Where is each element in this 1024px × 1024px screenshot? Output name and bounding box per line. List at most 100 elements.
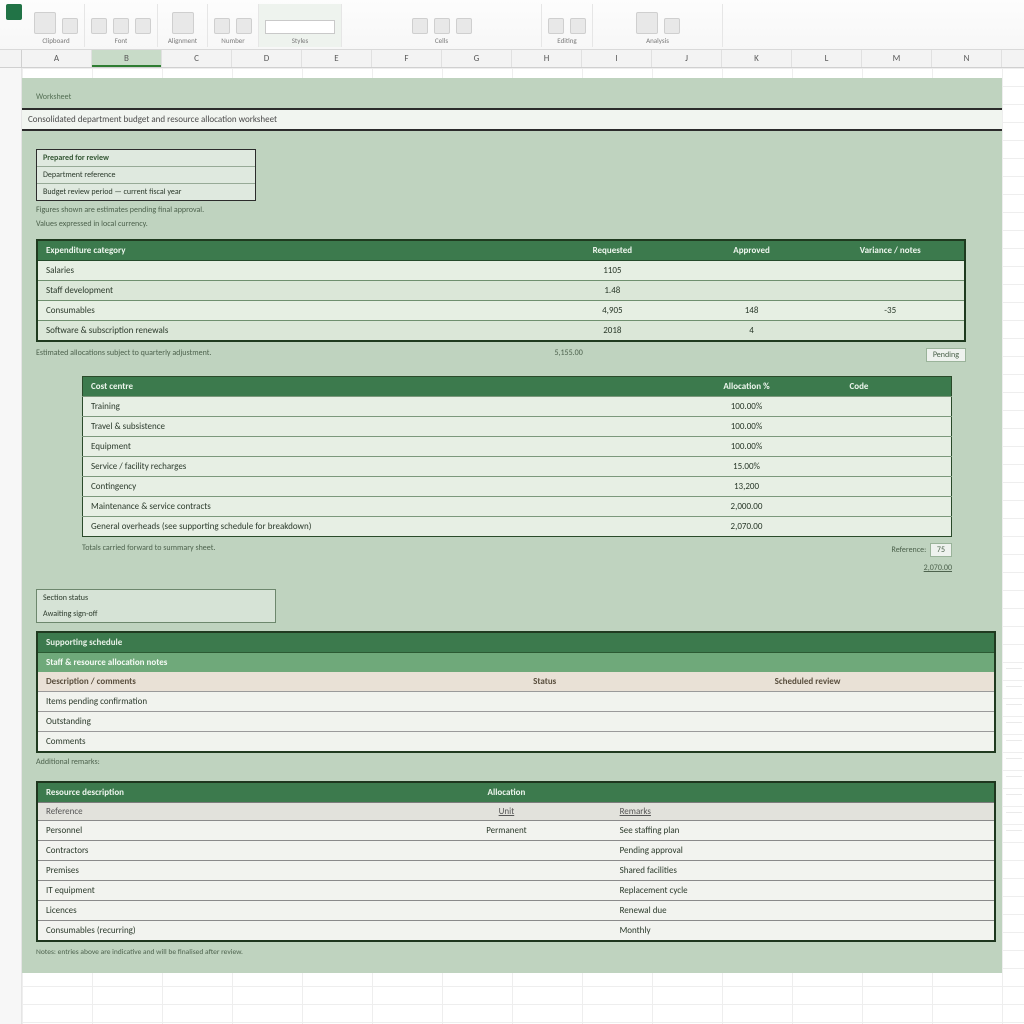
cell[interactable]	[842, 437, 952, 457]
cell[interactable]	[468, 712, 621, 732]
col-header[interactable]: Resource description	[38, 783, 401, 802]
cell[interactable]: Permanent	[401, 821, 611, 841]
cell[interactable]	[842, 457, 952, 477]
ribbon-group-font[interactable]: Font	[85, 4, 158, 47]
cell[interactable]: 100.00%	[652, 397, 842, 417]
cell[interactable]: Personnel	[38, 821, 401, 841]
footnote-link[interactable]: 2,070.00	[924, 563, 952, 573]
style-input[interactable]	[265, 20, 335, 34]
cell[interactable]: Consumables (recurring)	[38, 921, 401, 941]
column-header[interactable]: L	[792, 50, 862, 67]
table-row[interactable]: Training100.00%	[83, 397, 952, 417]
column-header[interactable]: D	[232, 50, 302, 67]
bold-icon[interactable]	[91, 18, 107, 34]
table-row[interactable]: LicencesRenewal due	[38, 901, 994, 921]
cell[interactable]: 4,905	[538, 301, 686, 321]
analyze-icon[interactable]	[636, 12, 658, 34]
cell[interactable]: IT equipment	[38, 881, 401, 901]
table-row[interactable]: Contingency13,200	[83, 477, 952, 497]
cell[interactable]: 15.00%	[652, 457, 842, 477]
col-header[interactable]: Allocation %	[652, 377, 842, 397]
cell[interactable]: 100.00%	[652, 437, 842, 457]
cell[interactable]: See staffing plan	[612, 821, 994, 841]
cell[interactable]: Outstanding	[38, 712, 468, 732]
table-row[interactable]: Travel & subsistence100.00%	[83, 417, 952, 437]
ideas-icon[interactable]	[664, 18, 680, 34]
column-header[interactable]: H	[512, 50, 582, 67]
cell[interactable]	[842, 517, 952, 537]
ribbon-group-editing[interactable]: Editing	[542, 4, 593, 47]
cell[interactable]: Consumables	[37, 301, 538, 321]
table-row[interactable]: PersonnelPermanentSee staffing plan	[38, 821, 994, 841]
cell[interactable]: Replacement cycle	[612, 881, 994, 901]
cell[interactable]	[817, 281, 966, 301]
column-header[interactable]: C	[162, 50, 232, 67]
ribbon-group-clipboard[interactable]: Clipboard	[28, 4, 85, 47]
table-row[interactable]: IT equipment Replacement cycle	[38, 881, 994, 901]
col-header[interactable]: Variance / notes	[817, 240, 966, 261]
insert-icon[interactable]	[412, 18, 428, 34]
column-header[interactable]: A	[22, 50, 92, 67]
cell[interactable]: 4	[687, 321, 817, 342]
cell[interactable]	[842, 497, 952, 517]
align-icon[interactable]	[172, 12, 194, 34]
ribbon-group-number[interactable]: Number	[208, 4, 259, 47]
cell[interactable]: Pending approval	[612, 841, 994, 861]
table-row[interactable]: Service / facility recharges15.00%	[83, 457, 952, 477]
table-row[interactable]: Items pending confirmation	[38, 692, 994, 712]
cell[interactable]	[401, 901, 611, 921]
table-row[interactable]: PremisesShared facilities	[38, 861, 994, 881]
cell[interactable]: 148	[687, 301, 817, 321]
cell[interactable]	[401, 841, 611, 861]
table-row[interactable]: Staff development1.48	[37, 281, 965, 301]
cell[interactable]: Training	[83, 397, 652, 417]
cell[interactable]	[687, 261, 817, 281]
column-header[interactable]: F	[372, 50, 442, 67]
col-header[interactable]: Expenditure category	[37, 240, 538, 261]
table-row[interactable]: Outstanding	[38, 712, 994, 732]
cell[interactable]	[842, 477, 952, 497]
sum-icon[interactable]	[548, 18, 564, 34]
italic-icon[interactable]	[113, 18, 129, 34]
table-row[interactable]: Comments	[38, 732, 994, 752]
ribbon-group-cells[interactable]: Cells	[342, 4, 542, 47]
delete-icon[interactable]	[434, 18, 450, 34]
column-header[interactable]: K	[722, 50, 792, 67]
table-row[interactable]: Software & subscription renewals20184	[37, 321, 965, 342]
cell[interactable]: Salaries	[37, 261, 538, 281]
cell[interactable]: 1105	[538, 261, 686, 281]
cell[interactable]: 2018	[538, 321, 686, 342]
cell[interactable]	[687, 281, 817, 301]
col-header[interactable]: Description / comments	[38, 672, 468, 692]
cell[interactable]	[842, 397, 952, 417]
cell[interactable]: Travel & subsistence	[83, 417, 652, 437]
col-header[interactable]: Cost centre	[83, 377, 652, 397]
ribbon-group-styles[interactable]: Styles	[259, 4, 342, 47]
col-header[interactable]	[612, 783, 994, 802]
currency-icon[interactable]	[214, 18, 230, 34]
col-header[interactable]: Allocation	[401, 783, 611, 802]
cell[interactable]: Renewal due	[612, 901, 994, 921]
cell[interactable]: -35	[817, 301, 966, 321]
cell[interactable]	[468, 692, 621, 712]
cell[interactable]: Premises	[38, 861, 401, 881]
table-row[interactable]: General overheads (see supporting schedu…	[83, 517, 952, 537]
table-row[interactable]: Maintenance & service contracts2,000.00	[83, 497, 952, 517]
cell[interactable]: Staff development	[37, 281, 538, 301]
column-header[interactable]: I	[582, 50, 652, 67]
column-header[interactable]: M	[862, 50, 932, 67]
col-header[interactable]: Scheduled review	[621, 672, 994, 692]
cell[interactable]: Comments	[38, 732, 468, 752]
column-header[interactable]: E	[302, 50, 372, 67]
col-header[interactable]: Requested	[538, 240, 686, 261]
cell[interactable]	[817, 321, 966, 342]
cell[interactable]	[401, 861, 611, 881]
cell[interactable]	[401, 881, 611, 901]
table-row[interactable]: Equipment100.00%	[83, 437, 952, 457]
cell[interactable]: Service / facility recharges	[83, 457, 652, 477]
col-header[interactable]: Approved	[687, 240, 817, 261]
cell[interactable]	[621, 712, 994, 732]
cell[interactable]	[468, 732, 621, 752]
cell[interactable]	[621, 692, 994, 712]
column-header[interactable]: J	[652, 50, 722, 67]
